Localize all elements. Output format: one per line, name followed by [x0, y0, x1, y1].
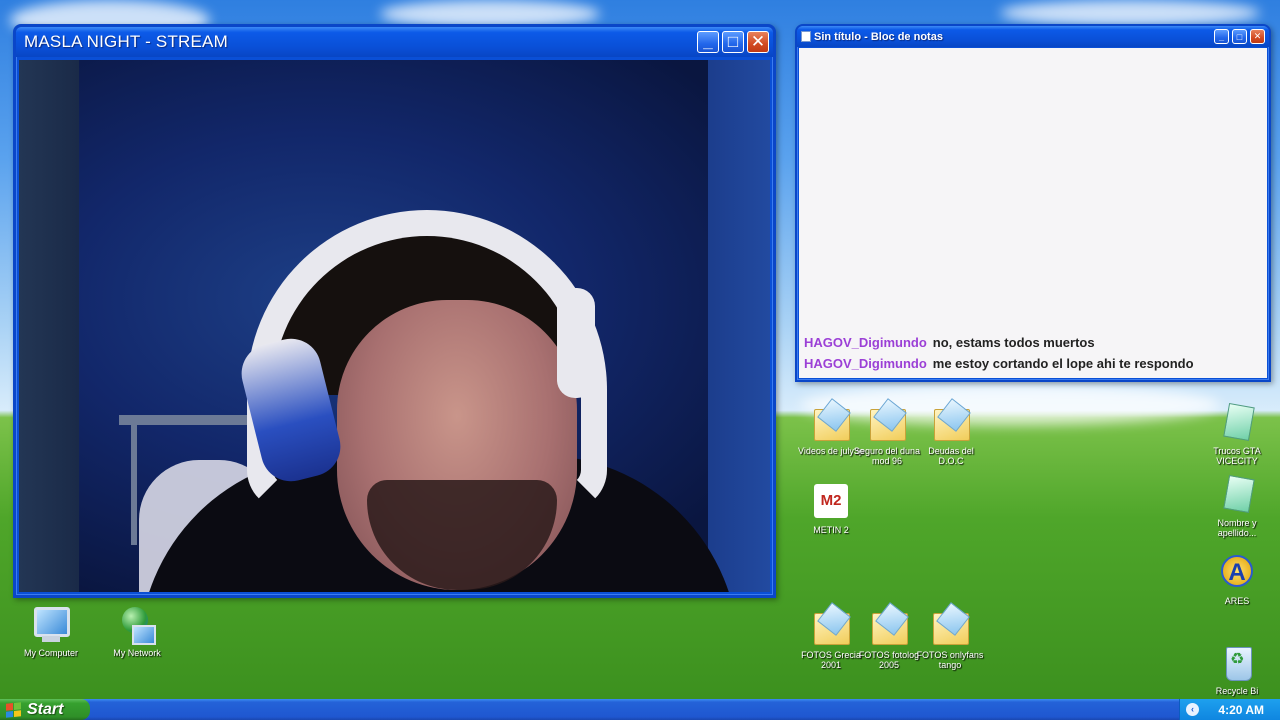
clock[interactable]: 4:20 AM [1218, 703, 1264, 717]
document-icon [1218, 403, 1256, 443]
desktop-icon-deudas[interactable]: Deudas del D.O.C [915, 403, 987, 466]
chat-message: HAGOV_Digimundo me estoy cortando el lope… [804, 353, 1194, 374]
chat-overlay: HAGOV_Digimundo no, estams todos muertos … [804, 332, 1194, 374]
icon-label: Deudas del D.O.C [928, 446, 974, 466]
ares-icon [1218, 553, 1256, 593]
chat-message: HAGOV_Digimundo no, estams todos muertos [804, 332, 1194, 353]
icon-label: METIN 2 [813, 525, 849, 535]
icon-label: Recycle Bi [1215, 686, 1259, 696]
headphone-cup [557, 288, 595, 398]
desktop-icon-recycle-bin[interactable]: Recycle Bi [1201, 643, 1273, 696]
metin-game-icon [812, 482, 850, 522]
maximize-icon: □ [1236, 31, 1243, 42]
folder-icon [932, 403, 970, 443]
video-door [708, 60, 770, 592]
system-tray: ‹ 4:20 AM [1179, 699, 1280, 720]
notepad-icon [801, 31, 811, 42]
windows-logo-icon [6, 701, 21, 718]
icon-label: FOTOS onlyfans tango [916, 650, 984, 670]
desktop-icon-nombre[interactable]: Nombre y apellido... [1201, 475, 1273, 538]
desktop-icon-trucos[interactable]: Trucos GTA VICECITY [1201, 403, 1273, 466]
desktop-icon-metin[interactable]: METIN 2 [795, 482, 867, 535]
icon-label: Trucos GTA VICECITY [1213, 446, 1261, 466]
minimize-button[interactable]: _ [697, 31, 719, 53]
desktop-icon-my-computer[interactable]: My Computer [15, 605, 87, 658]
desktop-icon-my-network[interactable]: My Network [101, 605, 173, 658]
folder-icon [868, 403, 906, 443]
computer-icon [32, 605, 70, 645]
folder-icon [870, 607, 908, 647]
folder-icon [931, 607, 969, 647]
maximize-button[interactable]: □ [1232, 29, 1247, 44]
network-icon [118, 605, 156, 645]
cloud [1000, 0, 1260, 26]
taskbar: Start ‹ 4:20 AM [0, 699, 1280, 720]
chat-username: HAGOV_Digimundo [804, 335, 927, 350]
desktop-icon-ares[interactable]: ARES [1201, 553, 1273, 606]
chat-text: no, estams todos muertos [932, 335, 1095, 350]
icon-label: Nombre y apellido... [1217, 518, 1257, 538]
close-icon: ✕ [1253, 31, 1262, 41]
maximize-button[interactable]: □ [722, 31, 744, 53]
document-icon [1218, 475, 1256, 515]
icon-label: My Computer [23, 648, 78, 658]
folder-icon [812, 607, 850, 647]
icon-label: ARES [1224, 596, 1250, 606]
webcam-video [19, 60, 770, 592]
stream-titlebar[interactable]: MASLA NIGHT - STREAM _ □ ✕ [16, 27, 773, 57]
minimize-icon: _ [1218, 31, 1224, 42]
close-button[interactable]: ✕ [1250, 29, 1265, 44]
notepad-window[interactable]: Sin título - Bloc de notas _ □ ✕ HAGOV_D… [795, 24, 1271, 382]
video-desk [119, 415, 249, 425]
close-button[interactable]: ✕ [747, 31, 769, 53]
stream-window[interactable]: MASLA NIGHT - STREAM _ □ ✕ [13, 24, 776, 598]
notepad-titlebar[interactable]: Sin título - Bloc de notas _ □ ✕ [797, 26, 1269, 47]
icon-label: My Network [113, 648, 161, 658]
folder-icon [812, 403, 850, 443]
caption-buttons: _ □ ✕ [697, 31, 769, 53]
close-icon: ✕ [750, 32, 766, 51]
caption-buttons: _ □ ✕ [1214, 29, 1265, 44]
recycle-bin-icon [1218, 643, 1256, 683]
icon-label: Seguro del duna mod 96 [853, 446, 921, 466]
video-wall [19, 60, 79, 592]
video-desk-leg [131, 425, 137, 545]
desktop-icon-seguro[interactable]: Seguro del duna mod 96 [851, 403, 923, 466]
desktop-icon-fotos-onlyfans[interactable]: FOTOS onlyfans tango [914, 607, 986, 670]
chat-text: me estoy cortando el lope ahi te respond… [932, 356, 1194, 371]
minimize-icon: _ [703, 32, 713, 51]
maximize-icon: □ [727, 32, 739, 51]
chat-username: HAGOV_Digimundo [804, 356, 927, 371]
show-hidden-icons-button[interactable]: ‹ [1186, 703, 1199, 716]
minimize-button[interactable]: _ [1214, 29, 1229, 44]
window-title: MASLA NIGHT - STREAM [24, 32, 228, 51]
start-label: Start [27, 700, 64, 718]
notepad-text-area[interactable]: HAGOV_Digimundo no, estams todos muertos … [799, 48, 1267, 378]
start-button[interactable]: Start [0, 699, 90, 720]
window-title: Sin título - Bloc de notas [814, 30, 943, 43]
